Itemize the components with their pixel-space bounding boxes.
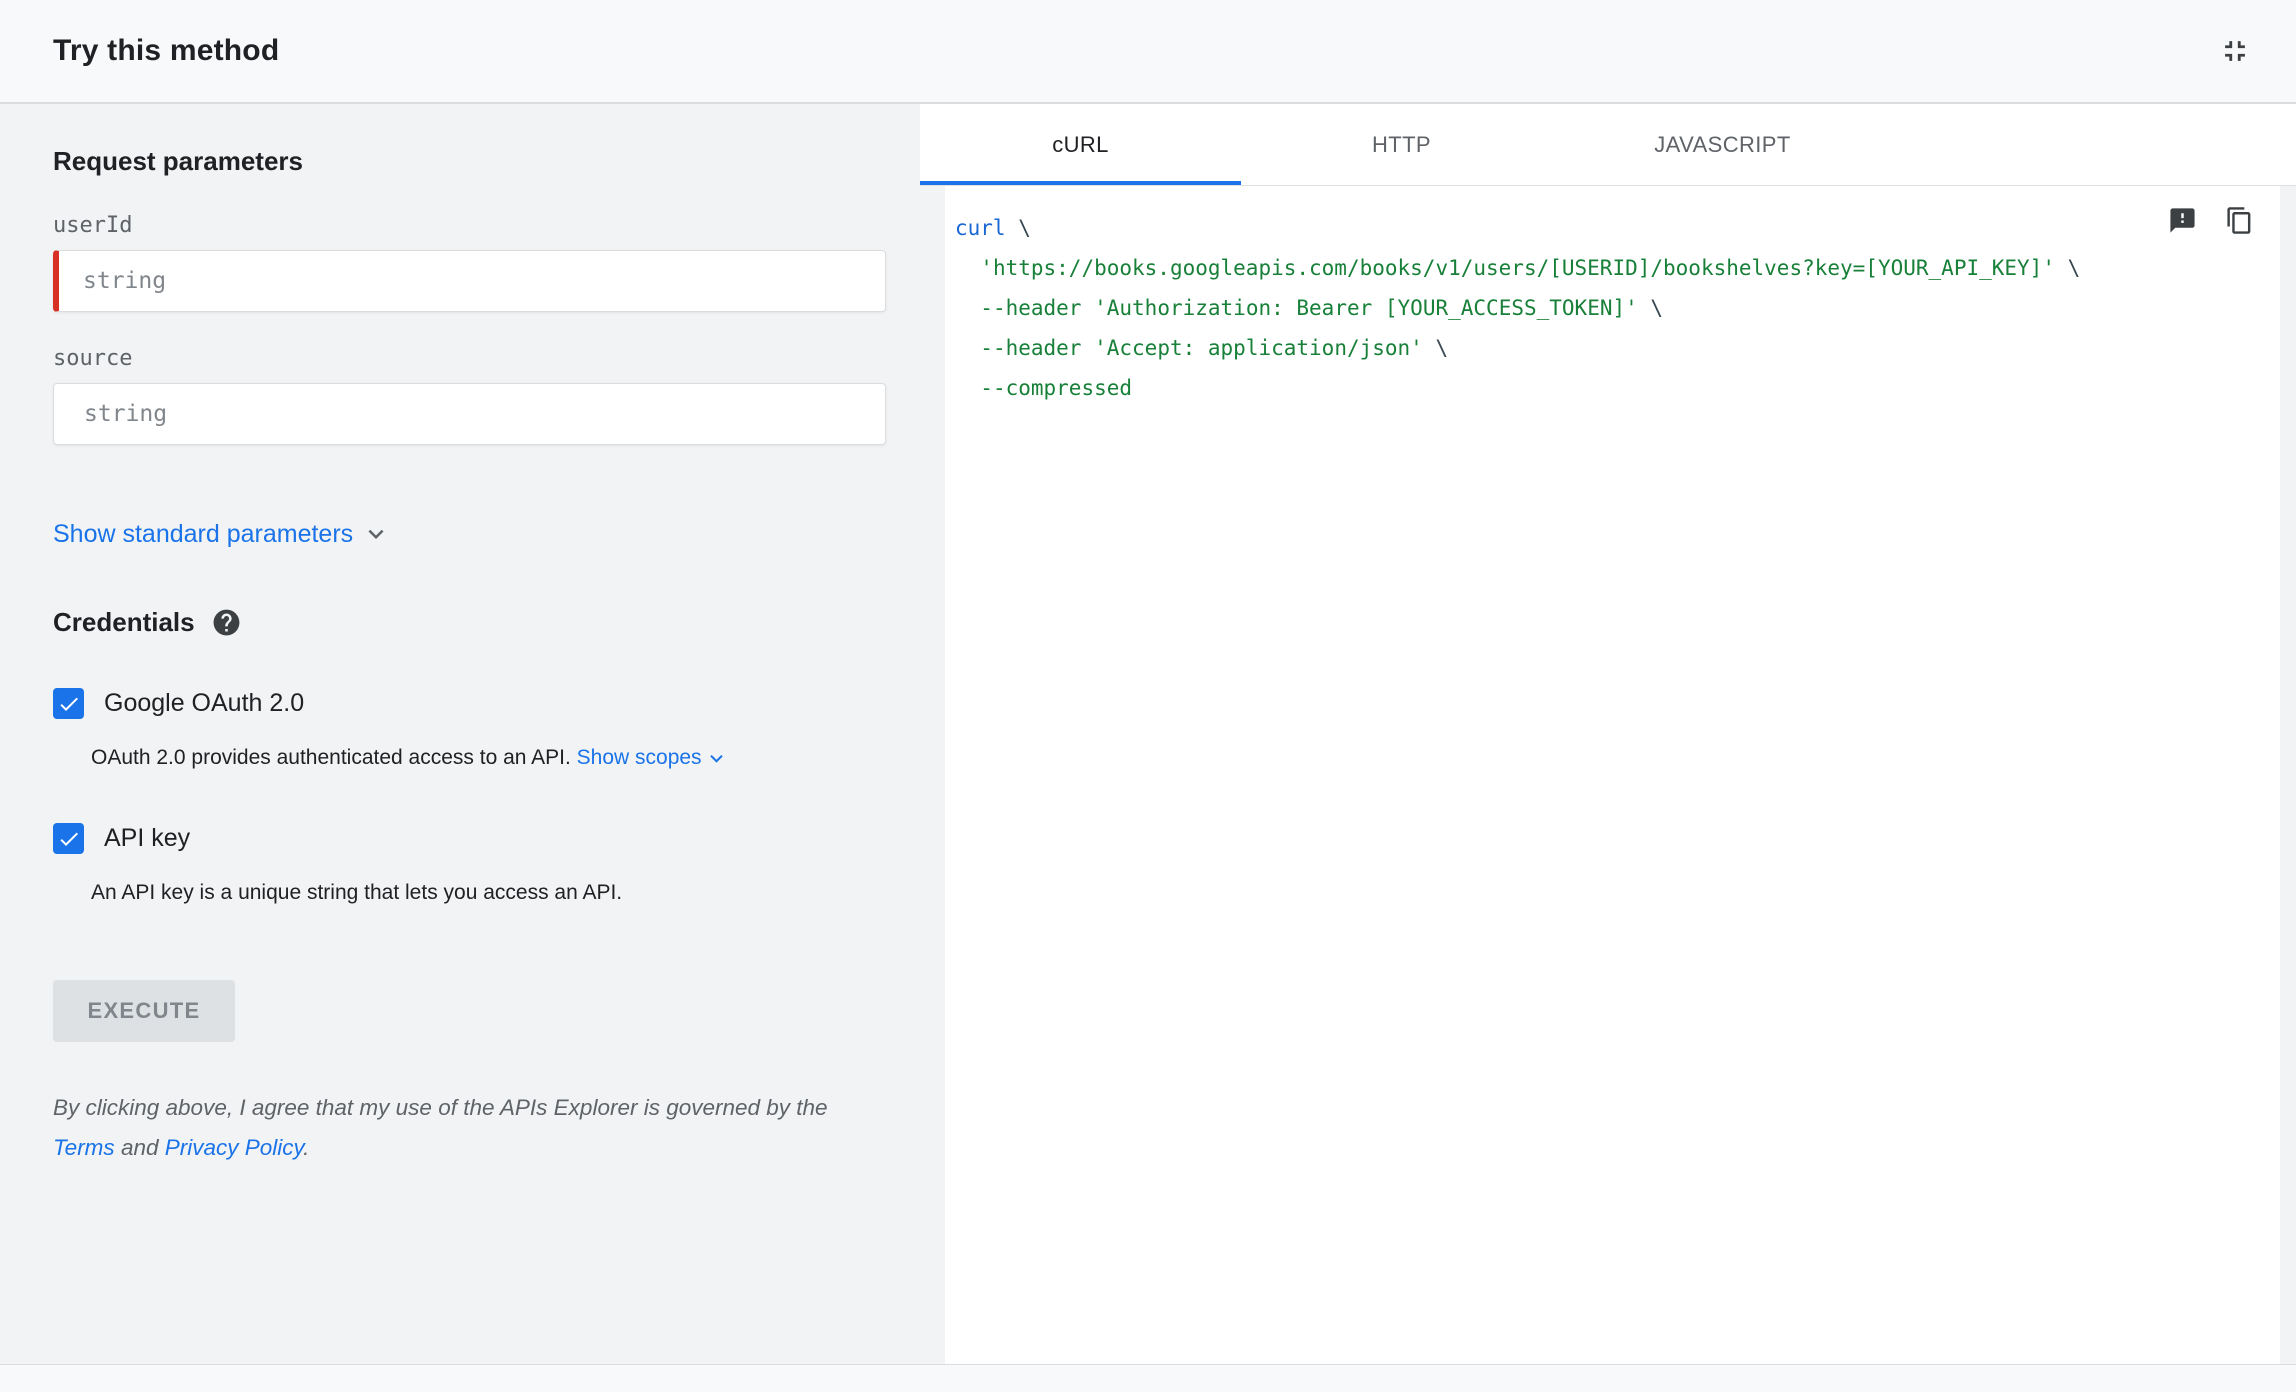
copy-code-button[interactable]	[2221, 202, 2258, 239]
oauth-description: OAuth 2.0 provides authenticated access …	[91, 743, 886, 773]
feedback-icon	[2170, 208, 2195, 233]
userid-field-group: userId	[53, 213, 886, 312]
api-key-description: An API key is a unique string that lets …	[91, 881, 623, 904]
help-icon[interactable]	[211, 607, 242, 638]
api-key-label[interactable]: API key	[104, 824, 190, 853]
tab-http[interactable]: HTTP	[1241, 104, 1562, 185]
oauth-description-text: OAuth 2.0 provides authenticated access …	[91, 746, 571, 769]
chevron-down-icon	[709, 754, 723, 763]
source-field-group: source	[53, 346, 886, 445]
request-panel: Request parameters userId source Show st…	[0, 104, 920, 1364]
privacy-policy-link[interactable]: Privacy Policy	[165, 1135, 303, 1160]
code-area: curl \ 'https://books.googleapis.com/boo…	[920, 186, 2296, 1364]
disclaimer-prefix: By clicking above, I agree that my use o…	[53, 1095, 828, 1120]
check-icon	[59, 697, 78, 711]
panel-title: Try this method	[53, 34, 280, 67]
copy-icon	[2227, 207, 2251, 234]
execute-button[interactable]: EXECUTE	[53, 980, 235, 1042]
disclaimer-middle: and	[114, 1135, 165, 1160]
userid-label: userId	[53, 213, 133, 238]
code-actions	[2164, 202, 2258, 239]
api-key-row: API key	[53, 823, 886, 854]
credentials-title: Credentials	[53, 607, 195, 637]
oauth-checkbox[interactable]	[53, 688, 84, 719]
panel-body: Request parameters userId source Show st…	[0, 104, 2296, 1364]
code-sample-panel: cURL HTTP JAVASCRIPT curl \ 'https://boo…	[920, 104, 2296, 1364]
request-parameters-title: Request parameters	[53, 146, 303, 176]
code-language-tabs: cURL HTTP JAVASCRIPT	[920, 104, 2296, 186]
show-standard-parameters-link[interactable]: Show standard parameters	[53, 519, 391, 549]
disclaimer: By clicking above, I agree that my use o…	[53, 1088, 883, 1168]
source-label: source	[53, 346, 133, 371]
show-scopes-link[interactable]: Show scopes	[577, 743, 729, 773]
oauth-label[interactable]: Google OAuth 2.0	[104, 689, 304, 718]
code-block: curl \ 'https://books.googleapis.com/boo…	[955, 216, 2081, 400]
tab-curl[interactable]: cURL	[920, 104, 1241, 185]
disclaimer-suffix: .	[303, 1135, 310, 1160]
feedback-button[interactable]	[2164, 202, 2201, 239]
oauth-row: Google OAuth 2.0	[53, 688, 886, 719]
credentials-header: Credentials	[53, 607, 886, 638]
check-icon	[59, 832, 78, 846]
code-card: curl \ 'https://books.googleapis.com/boo…	[945, 186, 2280, 1364]
show-scopes-label: Show scopes	[576, 746, 702, 769]
source-input[interactable]	[53, 383, 886, 445]
panel-header: Try this method	[0, 0, 2296, 104]
show-standard-parameters-label: Show standard parameters	[53, 519, 354, 548]
tab-javascript[interactable]: JAVASCRIPT	[1562, 104, 1883, 185]
fullscreen-exit-icon	[2225, 41, 2245, 61]
exit-fullscreen-button[interactable]	[2214, 30, 2256, 72]
try-this-method-panel: Try this method Request parameters userI…	[0, 0, 2296, 1365]
userid-input[interactable]	[53, 250, 886, 312]
chevron-down-icon	[368, 529, 384, 539]
api-key-checkbox[interactable]	[53, 823, 84, 854]
terms-link[interactable]: Terms	[53, 1135, 115, 1160]
